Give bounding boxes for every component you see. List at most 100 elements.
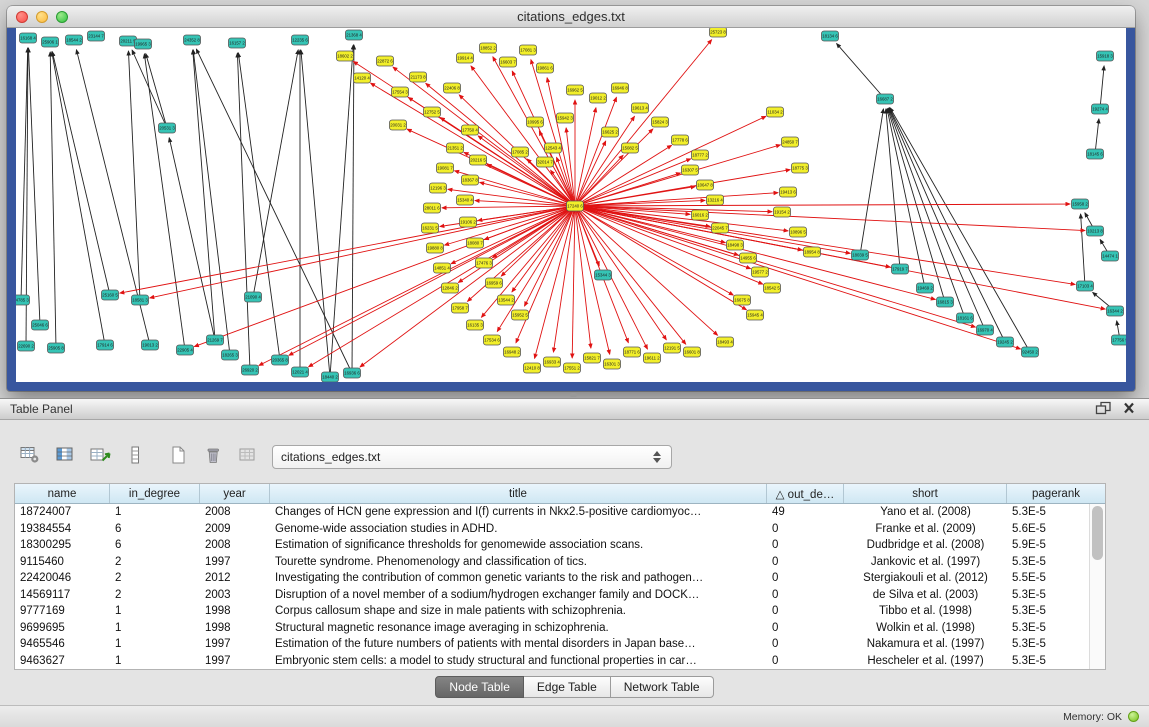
network-edge[interactable]: [575, 108, 596, 206]
network-node[interactable]: 22690 2: [18, 341, 35, 351]
network-node[interactable]: 20031 2: [390, 120, 407, 130]
tab-edge-table[interactable]: Edge Table: [524, 676, 611, 698]
network-node[interactable]: 24352 8: [184, 35, 201, 45]
network-node[interactable]: 15821 7: [584, 353, 601, 363]
network-node[interactable]: 25160 5: [102, 290, 119, 300]
network-node[interactable]: 13216 4: [707, 195, 724, 205]
network-hub-node[interactable]: 17240 6: [567, 201, 584, 211]
network-node[interactable]: 32014 7: [537, 157, 554, 167]
network-node[interactable]: 92450 2: [1022, 347, 1039, 357]
network-node[interactable]: 15340 4: [457, 195, 474, 205]
network-node[interactable]: 19613 4: [632, 103, 649, 113]
network-node[interactable]: 14474 1: [1102, 251, 1119, 261]
network-edge[interactable]: [575, 204, 1070, 206]
minimize-window-button[interactable]: [36, 11, 48, 23]
network-node[interactable]: 19469 2: [917, 283, 934, 293]
network-node[interactable]: 16936 6: [344, 368, 361, 378]
table-row[interactable]: 2242004622012Investigating the contribut…: [15, 570, 1089, 587]
network-node[interactable]: 17958 7: [452, 303, 469, 313]
network-edge[interactable]: [144, 54, 185, 350]
network-node[interactable]: 16675 8: [734, 295, 751, 305]
table-row[interactable]: 946554611997Estimation of the future num…: [15, 636, 1089, 653]
network-node[interactable]: 18777 2: [692, 150, 709, 160]
network-node[interactable]: 18602 2: [337, 51, 354, 61]
table-row[interactable]: 969969511998Structural magnetic resonanc…: [15, 620, 1089, 637]
tab-node-table[interactable]: Node Table: [435, 676, 524, 698]
network-node[interactable]: 16946 8: [612, 83, 629, 93]
tab-network-table[interactable]: Network Table: [611, 676, 714, 698]
table-row[interactable]: 1938455462009Genome-wide association stu…: [15, 521, 1089, 538]
network-node[interactable]: 12846 2: [442, 283, 459, 293]
network-edge[interactable]: [238, 53, 280, 360]
network-edge[interactable]: [301, 50, 330, 377]
network-node[interactable]: 17750 4: [462, 125, 479, 135]
network-node[interactable]: 16601 8: [684, 347, 701, 357]
network-edge[interactable]: [575, 193, 778, 206]
network-node[interactable]: 15918 3: [1097, 51, 1114, 61]
network-canvas[interactable]: 16168 425906 118544 223144 720211 519965…: [16, 28, 1126, 382]
network-node[interactable]: 26920 2: [242, 365, 259, 375]
column-header-in_degree[interactable]: in_degree: [110, 484, 200, 503]
network-edge[interactable]: [442, 206, 575, 208]
column-header-title[interactable]: title: [270, 484, 767, 503]
network-node[interactable]: 18498 3: [727, 240, 744, 250]
network-edge[interactable]: [28, 48, 40, 325]
network-edge[interactable]: [259, 206, 575, 365]
network-node[interactable]: 16168 4: [20, 33, 37, 43]
network-node[interactable]: 20531 3: [159, 123, 176, 133]
network-titlebar[interactable]: citations_edges.txt: [7, 6, 1135, 28]
network-node[interactable]: 16970 4: [977, 325, 994, 335]
network-node[interactable]: 16687 2: [877, 94, 894, 104]
network-node[interactable]: 25046 6: [32, 320, 49, 330]
column-header-pagerank[interactable]: pagerank: [1007, 484, 1105, 503]
network-edge[interactable]: [1081, 214, 1085, 286]
network-node[interactable]: 19274 4: [1092, 104, 1109, 114]
network-edge[interactable]: [120, 206, 575, 293]
network-node[interactable]: 25905 8: [48, 343, 65, 353]
network-node[interactable]: 19611 2: [644, 353, 661, 363]
network-node[interactable]: 22406 8: [444, 83, 461, 93]
network-node[interactable]: 16301 3: [604, 359, 621, 369]
network-node[interactable]: 10896 5: [790, 227, 807, 237]
network-edge[interactable]: [128, 51, 140, 300]
network-node[interactable]: 21368 4: [346, 30, 363, 40]
network-node[interactable]: 16625 2: [602, 127, 619, 137]
network-edge[interactable]: [1100, 66, 1104, 109]
network-edge[interactable]: [393, 67, 575, 206]
network-node[interactable]: 15958 2: [1072, 199, 1089, 209]
network-node[interactable]: 17103 4: [1077, 281, 1094, 291]
network-node[interactable]: 16135 3: [467, 320, 484, 330]
network-node[interactable]: 16948 2: [504, 347, 521, 357]
column-header-out_degree[interactable]: △ out_de…: [767, 484, 844, 503]
panel-splitter-handle[interactable]: [570, 393, 577, 397]
network-node[interactable]: 14120 4: [354, 73, 371, 83]
close-window-button[interactable]: [16, 11, 28, 23]
network-node[interactable]: 23144 7: [88, 31, 105, 41]
table-row[interactable]: 1830029562008Estimation of significance …: [15, 537, 1089, 554]
network-node[interactable]: 17919 7: [892, 264, 909, 274]
network-node[interactable]: 17085 2: [512, 147, 529, 157]
network-node[interactable]: 18161 6: [957, 313, 974, 323]
network-edge[interactable]: [146, 54, 167, 128]
network-node[interactable]: 25723 8: [710, 28, 727, 37]
network-node[interactable]: 17476 3: [476, 258, 493, 268]
network-node[interactable]: 19012 2: [590, 93, 607, 103]
network-node[interactable]: 16344 2: [1107, 306, 1124, 316]
network-edge[interactable]: [50, 52, 56, 348]
network-edge[interactable]: [52, 52, 105, 345]
network-node[interactable]: 12021 4: [292, 367, 309, 377]
network-edge[interactable]: [575, 206, 975, 327]
network-node[interactable]: 21173 8: [410, 72, 427, 82]
network-node[interactable]: 16815 3: [937, 297, 954, 307]
network-node[interactable]: 10995 6: [527, 117, 544, 127]
column-header-short[interactable]: short: [844, 484, 1007, 503]
network-node[interactable]: 17551 2: [564, 363, 581, 373]
table-row[interactable]: 1872400712008Changes of HCN gene express…: [15, 504, 1089, 521]
network-node[interactable]: 10213 8: [1087, 226, 1104, 236]
network-node[interactable]: 15344 3: [595, 270, 612, 280]
vertical-scrollbar[interactable]: [1089, 504, 1105, 669]
network-node[interactable]: 16959 6: [486, 278, 503, 288]
table-selector-combobox[interactable]: citations_edges.txt: [272, 445, 672, 469]
network-node[interactable]: 17778 6: [672, 135, 689, 145]
network-edge[interactable]: [132, 50, 167, 128]
